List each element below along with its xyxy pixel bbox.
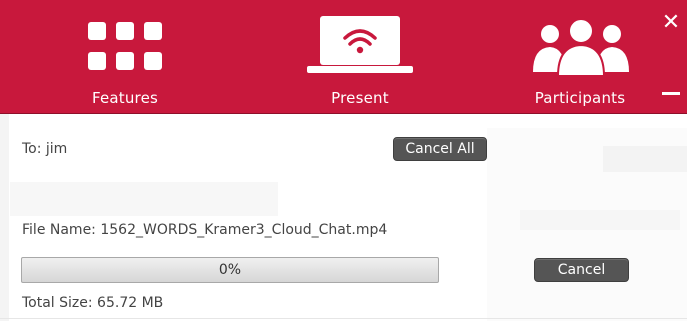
total-size-label: Total Size: 65.72 MB xyxy=(22,295,164,311)
laptop-wifi-icon xyxy=(307,14,413,80)
progress-bar: 0% xyxy=(21,257,439,283)
cancel-all-button[interactable]: Cancel All xyxy=(393,137,487,161)
background-panel xyxy=(520,210,680,230)
minimize-icon[interactable] xyxy=(660,86,682,100)
people-icon xyxy=(531,16,631,82)
background-panel xyxy=(10,182,278,216)
grid-icon xyxy=(85,22,165,72)
recipient-label: To: jim xyxy=(22,141,68,157)
nav-present[interactable]: Present xyxy=(290,0,430,113)
nav-participants-label: Participants xyxy=(534,89,626,107)
nav-features-label: Features xyxy=(91,89,159,107)
cancel-button[interactable]: Cancel xyxy=(534,258,629,282)
nav-present-label: Present xyxy=(331,89,389,107)
file-name-label: File Name: 1562_WORDS_Kramer3_Cloud_Chat… xyxy=(22,222,388,238)
nav-features[interactable]: Features xyxy=(60,0,190,113)
divider xyxy=(0,318,687,319)
app-header: Features Present Participants ✕ xyxy=(0,0,687,114)
nav-participants[interactable]: Participants xyxy=(515,0,645,113)
background-panel xyxy=(603,146,687,172)
progress-text: 0% xyxy=(218,262,242,278)
close-icon[interactable]: ✕ xyxy=(660,12,682,34)
left-edge xyxy=(0,114,9,321)
